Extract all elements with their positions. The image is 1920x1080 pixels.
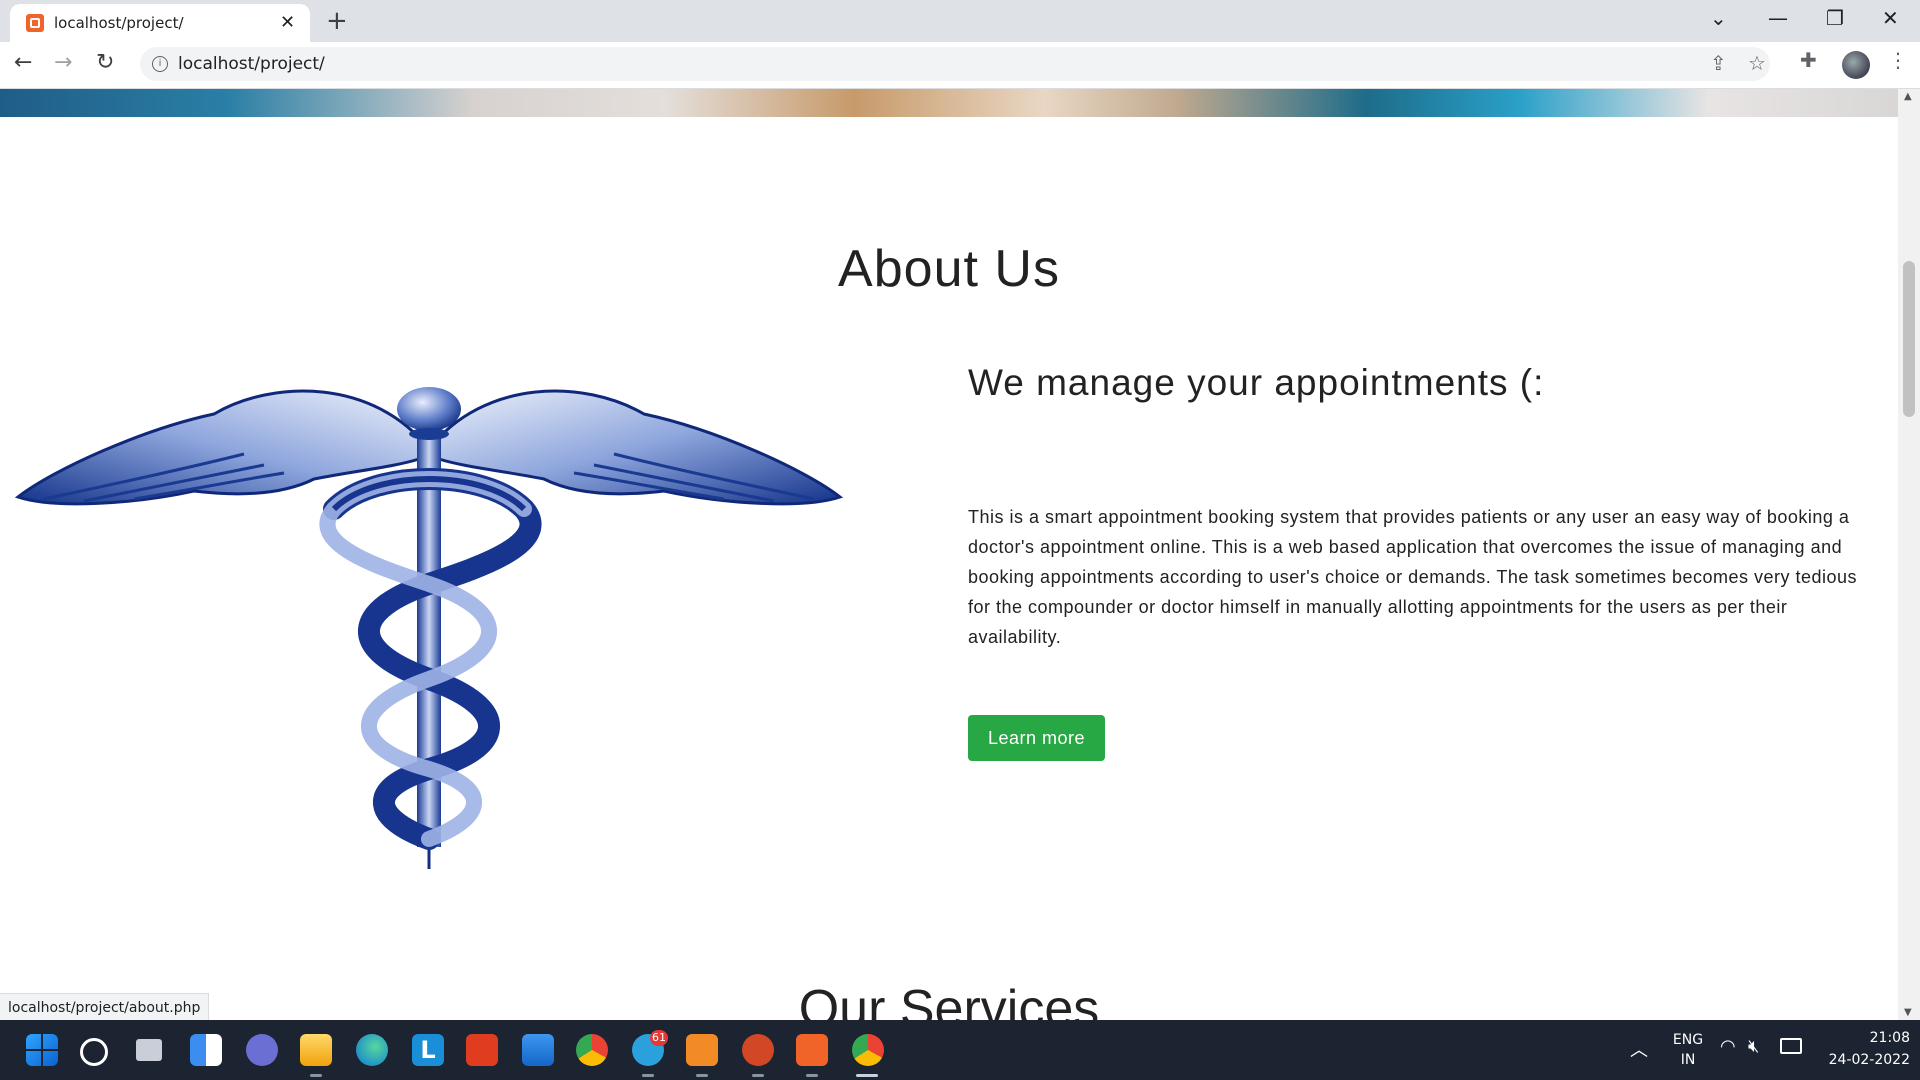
new-tab-icon[interactable]: + [326, 6, 348, 36]
chrome-active-indicator [856, 1074, 878, 1077]
clock-date[interactable]: 24-02-2022 [1810, 1052, 1910, 1068]
caduceus-medical-icon [14, 387, 844, 869]
about-title: About Us [838, 240, 1060, 298]
lucid-icon[interactable]: L [412, 1034, 444, 1066]
restore-icon[interactable]: ❐ [1826, 6, 1844, 30]
powerpoint-icon[interactable] [742, 1034, 774, 1066]
tab-search-chevron-icon[interactable]: ⌄ [1710, 6, 1727, 30]
telegram-indicator [642, 1074, 654, 1077]
chrome-icon[interactable] [576, 1034, 608, 1066]
windows-start-icon[interactable] [26, 1034, 58, 1066]
task-view-icon[interactable] [136, 1039, 162, 1061]
browser-menu-icon[interactable]: ⋮ [1888, 48, 1908, 72]
chrome-profile-icon[interactable] [852, 1034, 884, 1066]
scroll-down-arrow-icon[interactable]: ▼ [1904, 1007, 1912, 1018]
office-icon[interactable] [466, 1034, 498, 1066]
windows-taskbar: L 61 ︿ ENG IN ◠ 🔇︎ 21:08 24-02-2022 [0, 1020, 1920, 1080]
tab-title: localhost/project/ [54, 14, 184, 32]
xampp-favicon-icon [26, 14, 44, 32]
scrollbar-thumb[interactable] [1903, 261, 1915, 417]
language-region[interactable]: IN [1668, 1052, 1708, 1068]
site-info-icon[interactable]: i [152, 56, 168, 72]
search-icon[interactable] [80, 1038, 108, 1066]
file-explorer-indicator [310, 1074, 322, 1077]
wifi-icon[interactable]: ◠ [1720, 1036, 1736, 1057]
file-explorer-icon[interactable] [300, 1034, 332, 1066]
teams-chat-icon[interactable] [246, 1034, 278, 1066]
tab-close-icon[interactable]: ✕ [280, 12, 295, 33]
edge-icon[interactable] [356, 1034, 388, 1066]
minimize-icon[interactable]: — [1768, 6, 1788, 30]
address-bar-url[interactable]: localhost/project/ [178, 54, 325, 74]
show-hidden-icons-icon[interactable]: ︿ [1630, 1036, 1648, 1062]
share-icon[interactable]: ⇪ [1710, 51, 1727, 75]
browser-toolbar: ← → ↻ i localhost/project/ ⇪ ☆ ✚ ⋮ [0, 42, 1920, 89]
back-arrow-icon[interactable]: ← [14, 50, 32, 75]
sublime-text-icon[interactable] [686, 1034, 718, 1066]
language-indicator[interactable]: ENG [1668, 1032, 1708, 1048]
browser-tab[interactable]: localhost/project/ ✕ [10, 4, 310, 42]
widgets-icon[interactable] [190, 1034, 222, 1066]
telegram-badge: 61 [650, 1030, 668, 1046]
clock-time[interactable]: 21:08 [1840, 1030, 1910, 1046]
scroll-up-arrow-icon[interactable]: ▲ [1904, 91, 1912, 102]
volume-muted-icon[interactable]: 🔇︎ [1748, 1036, 1759, 1057]
sublime-indicator [696, 1074, 708, 1077]
address-bar[interactable]: i localhost/project/ ⇪ ☆ [140, 47, 1770, 81]
powerpoint-indicator [752, 1074, 764, 1077]
extensions-puzzle-icon[interactable]: ✚ [1800, 48, 1817, 72]
page-viewport: About Us We manage your appointments (: … [0, 89, 1898, 1020]
services-title: Our Services [798, 980, 1100, 1020]
profile-avatar[interactable] [1842, 51, 1870, 79]
close-window-icon[interactable]: ✕ [1882, 6, 1899, 30]
browser-title-bar: localhost/project/ ✕ + ⌄ — ❐ ✕ [0, 0, 1920, 42]
forward-arrow-icon[interactable]: → [54, 50, 72, 75]
bookmark-star-icon[interactable]: ☆ [1748, 51, 1766, 75]
hero-image-bottom-edge [0, 89, 1898, 117]
battery-icon[interactable] [1780, 1038, 1802, 1054]
xampp-icon[interactable] [796, 1034, 828, 1066]
status-bar-url: localhost/project/about.php [0, 993, 210, 1023]
about-description: This is a smart appointment booking syst… [968, 507, 1858, 647]
about-heading: We manage your appointments (: [968, 362, 1545, 403]
reload-icon[interactable]: ↻ [96, 50, 114, 75]
mail-icon[interactable] [522, 1034, 554, 1066]
page-scrollbar[interactable]: ▲ ▼ [1898, 89, 1920, 1020]
learn-more-button[interactable]: Learn more [968, 715, 1105, 761]
xampp-indicator [806, 1074, 818, 1077]
